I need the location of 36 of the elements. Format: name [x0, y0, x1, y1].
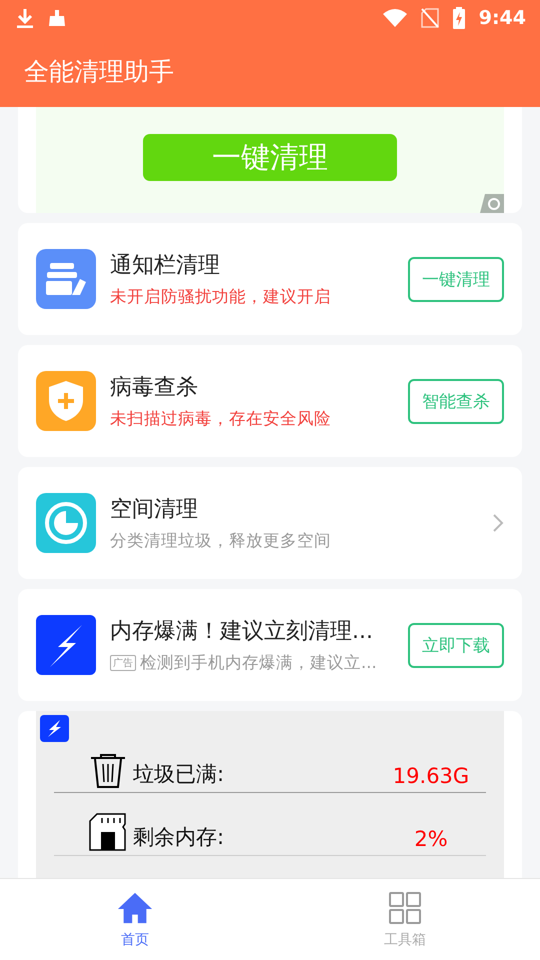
wifi-icon — [382, 9, 407, 27]
card-subtitle: 未开启防骚扰功能，建议开启 — [110, 286, 332, 308]
card-title: 空间清理 — [110, 496, 199, 524]
home-icon — [117, 890, 153, 924]
sd-card-icon — [89, 813, 127, 851]
action-button[interactable]: 智能查杀 — [408, 378, 504, 424]
ad-title: 内存爆满！建议立刻清理... — [110, 618, 374, 646]
stat-value: 2% — [413, 827, 449, 851]
stat-label: 垃圾已满: — [133, 761, 226, 788]
nav-tab[interactable]: 首页 — [0, 879, 270, 960]
ad-subtitle: 检测到手机内存爆满，建议立... — [140, 652, 377, 674]
battery-icon — [452, 7, 465, 29]
nav-tab[interactable]: 工具箱 — [270, 879, 540, 960]
card-title: 通知栏清理 — [110, 252, 221, 280]
no-sim-icon — [420, 8, 439, 28]
card-title: 病毒查杀 — [110, 374, 199, 402]
grid-icon — [387, 890, 423, 924]
pie-chart-icon — [36, 493, 96, 553]
card-subtitle: 未扫描过病毒，存在安全风险 — [110, 408, 332, 430]
feature-card[interactable]: 空间清理 分类清理垃圾，释放更多空间 — [18, 467, 522, 579]
download-icon — [16, 8, 34, 28]
stat-value: 19.63G — [392, 764, 470, 788]
lightning-icon — [36, 615, 96, 675]
chevron-icon — [492, 513, 504, 533]
clock-time: 9:44 — [478, 7, 526, 29]
ad-card[interactable]: 内存爆满！建议立刻清理... 广告 检测到手机内存爆满，建议立... 立即下载 — [18, 589, 522, 701]
stat-label: 剩余内存: — [133, 824, 226, 851]
action-button[interactable]: 一键清理 — [408, 256, 504, 302]
lightning-icon — [40, 715, 69, 742]
feature-card[interactable]: 病毒查杀 未扫描过病毒，存在安全风险 智能查杀 — [18, 345, 522, 457]
app-title: 全能清理助手 — [24, 56, 174, 88]
card-subtitle: 分类清理垃圾，释放更多空间 — [110, 530, 332, 552]
feature-card[interactable]: 通知栏清理 未开启防骚扰功能，建议开启 一键清理 — [18, 223, 522, 335]
shield-icon — [36, 371, 96, 431]
ad-tag: 广告 — [110, 655, 136, 671]
download-button[interactable]: 立即下载 — [408, 622, 504, 668]
